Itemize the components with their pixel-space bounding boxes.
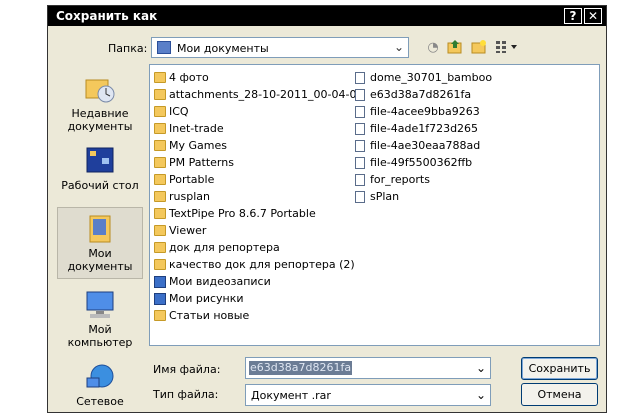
cancel-button[interactable]: Отмена xyxy=(521,383,598,406)
list-item[interactable]: rusplan xyxy=(153,188,363,205)
folder-icon xyxy=(154,242,166,253)
place-recent-documents[interactable]: Недавние документы xyxy=(57,74,143,133)
file-icon xyxy=(355,72,365,84)
pictures-folder-icon xyxy=(154,293,166,305)
list-item[interactable]: for_reports xyxy=(354,171,492,188)
filetype-value: Документ .rar xyxy=(251,389,331,402)
recent-documents-icon xyxy=(84,74,116,104)
folder-icon xyxy=(154,208,166,219)
file-list[interactable]: 4 фото attachments_28-10-2011_00-04-01 I… xyxy=(149,64,600,346)
list-item[interactable]: sPlan xyxy=(354,188,492,205)
file-column: 4 фото attachments_28-10-2011_00-04-01 I… xyxy=(153,69,363,324)
place-label: Сетевое xyxy=(76,395,124,408)
list-item[interactable]: file-49f5500362ffb xyxy=(354,154,492,171)
list-item[interactable]: ICQ xyxy=(153,103,363,120)
filename-value: e63d38a7d8261fa xyxy=(249,361,353,375)
place-label: Рабочий стол xyxy=(61,179,139,192)
folder-icon xyxy=(154,174,166,185)
folder-icon xyxy=(154,191,166,202)
list-item[interactable]: качество док для репортера (2) xyxy=(153,256,363,273)
new-folder-icon[interactable] xyxy=(470,39,488,56)
close-button[interactable]: ✕ xyxy=(584,8,602,24)
place-label: Мой компьютер xyxy=(67,323,133,349)
file-icon xyxy=(355,174,365,186)
list-item[interactable]: Portable xyxy=(153,171,363,188)
desktop-icon xyxy=(84,146,116,176)
folder-icon xyxy=(154,310,166,321)
file-icon xyxy=(355,140,365,152)
file-icon xyxy=(355,106,365,118)
window-title: Сохранить как xyxy=(56,9,158,23)
place-label: Недавние документы xyxy=(67,107,133,133)
network-icon xyxy=(84,362,116,392)
save-button[interactable]: Сохранить xyxy=(521,357,598,380)
list-item[interactable]: док для репортера xyxy=(153,239,363,256)
file-icon xyxy=(355,89,365,101)
place-my-computer[interactable]: Мой компьютер xyxy=(57,290,143,349)
chevron-down-icon: ⌄ xyxy=(393,40,404,54)
list-item[interactable]: file-4ade1f723d265 xyxy=(354,120,492,137)
file-icon xyxy=(355,191,365,203)
list-item[interactable]: attachments_28-10-2011_00-04-01 xyxy=(153,86,363,103)
view-menu-icon[interactable] xyxy=(494,39,520,56)
my-computer-icon xyxy=(84,290,116,320)
folder-icon xyxy=(154,123,166,134)
list-item[interactable]: PM Patterns xyxy=(153,154,363,171)
back-icon[interactable]: ◔ xyxy=(424,39,442,56)
chevron-down-icon[interactable]: ⌄ xyxy=(476,361,486,375)
filename-label: Имя файла: xyxy=(153,363,221,376)
folder-select-value: Мои документы xyxy=(177,42,269,55)
file-icon xyxy=(355,123,365,135)
title-bar: Сохранить как ? ✕ xyxy=(48,6,606,26)
folder-icon xyxy=(154,89,166,100)
list-item[interactable]: TextPipe Pro 8.6.7 Portable xyxy=(153,205,363,222)
save-as-dialog: Сохранить как ? ✕ Папка: Мои документы ⌄… xyxy=(47,5,607,413)
list-item[interactable]: Inet-trade xyxy=(153,120,363,137)
help-button[interactable]: ? xyxy=(564,8,582,24)
folder-icon xyxy=(154,106,166,117)
filetype-label: Тип файла: xyxy=(153,388,219,401)
video-folder-icon xyxy=(154,276,166,288)
file-column: dome_30701_bamboo e63d38a7d8261fa file-4… xyxy=(354,69,492,205)
file-icon xyxy=(355,157,365,169)
list-item[interactable]: My Games xyxy=(153,137,363,154)
place-desktop[interactable]: Рабочий стол xyxy=(57,146,143,192)
folder-label: Папка: xyxy=(108,42,148,55)
list-item[interactable]: Мои рисунки xyxy=(153,290,363,307)
my-documents-icon xyxy=(84,214,116,244)
list-item[interactable]: 4 фото xyxy=(153,69,363,86)
list-item[interactable]: Viewer xyxy=(153,222,363,239)
filetype-select[interactable]: Документ .rar ⌄ xyxy=(245,384,491,406)
folder-select[interactable]: Мои документы ⌄ xyxy=(151,37,409,58)
list-item[interactable]: dome_30701_bamboo xyxy=(354,69,492,86)
folder-icon xyxy=(154,157,166,168)
list-item[interactable]: file-4acee9bba9263 xyxy=(354,103,492,120)
folder-icon xyxy=(154,225,166,236)
up-folder-icon[interactable] xyxy=(446,39,464,56)
my-documents-icon xyxy=(157,41,171,54)
places-bar: Недавние документы Рабочий стол Мои доку… xyxy=(54,64,146,410)
filename-input[interactable]: e63d38a7d8261fa ⌄ xyxy=(245,357,491,379)
place-label: Мои документы xyxy=(67,247,133,273)
list-item[interactable]: e63d38a7d8261fa xyxy=(354,86,492,103)
place-network[interactable]: Сетевое xyxy=(57,362,143,408)
folder-icon xyxy=(154,140,166,151)
list-item[interactable]: Мои видеозаписи xyxy=(153,273,363,290)
place-my-documents[interactable]: Мои документы xyxy=(57,207,143,279)
folder-icon xyxy=(154,72,166,83)
folder-icon xyxy=(154,259,166,270)
list-item[interactable]: Статьи новые xyxy=(153,307,363,324)
chevron-down-icon: ⌄ xyxy=(475,388,486,402)
list-item[interactable]: file-4ae30eaa788ad xyxy=(354,137,492,154)
